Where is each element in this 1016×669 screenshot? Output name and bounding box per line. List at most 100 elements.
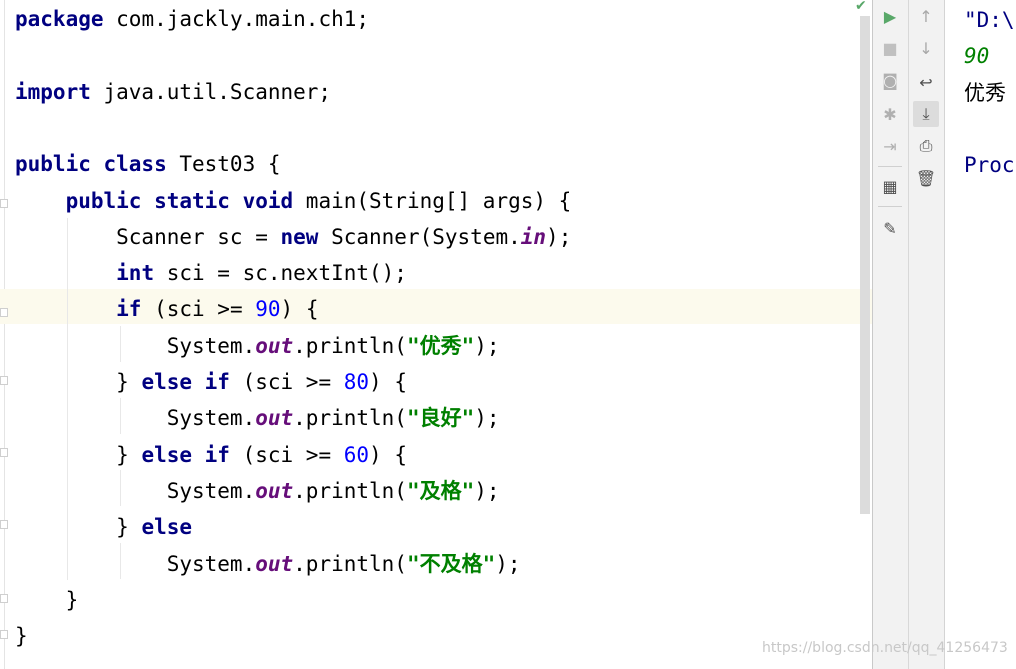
code-token: out [255, 478, 294, 503]
code-token: public class [15, 152, 167, 177]
scroll-to-end-icon[interactable]: ⤓ [913, 101, 939, 127]
fold-marker[interactable] [0, 448, 8, 457]
editor-scrollbar[interactable] [860, 16, 870, 514]
code-token: .println( [293, 406, 407, 431]
code-token: Scanner sc = [15, 224, 281, 249]
code-line[interactable]: System.out.println("及格"); [15, 474, 500, 508]
camera-icon[interactable]: ◙ [877, 67, 903, 93]
code-token: out [255, 406, 294, 431]
toolbar-divider [878, 206, 902, 207]
code-line[interactable]: System.out.println("不及格"); [15, 547, 521, 581]
console-line: Proc [964, 153, 1015, 178]
check-icon: ✔ [855, 0, 867, 14]
code-token: ) { [369, 442, 407, 467]
code-token: } [15, 624, 28, 649]
code-line[interactable]: } else if (sci >= 60) { [15, 438, 407, 472]
code-token: ); [474, 333, 500, 358]
fold-marker[interactable] [0, 520, 8, 529]
toolbar-separator [908, 0, 909, 669]
code-token: ); [495, 551, 521, 576]
code-token: else if [141, 442, 230, 467]
console-output[interactable]: "D:\ 90 优秀 Proc [946, 0, 1016, 669]
arrow-up-icon[interactable]: ↑ [913, 3, 939, 29]
bug-icon[interactable]: ✱ [877, 101, 903, 127]
code-token: ) { [369, 370, 407, 394]
console-line: "D:\ [964, 8, 1015, 32]
code-token: "优秀" [406, 333, 475, 358]
fold-marker[interactable] [0, 199, 8, 208]
code-token: sci = sc.nextInt(); [154, 261, 407, 286]
code-line[interactable]: if (sci >= 90) { [15, 292, 318, 326]
exit-icon[interactable]: ⇥ [877, 133, 903, 159]
code-line[interactable]: public static void main(String[] args) { [15, 184, 572, 218]
code-token: in [520, 224, 547, 249]
code-token: System. [15, 551, 256, 576]
code-token: .println( [293, 478, 407, 503]
fold-marker[interactable] [0, 594, 8, 603]
code-line[interactable]: System.out.println("良好"); [15, 401, 500, 435]
code-line[interactable]: } [15, 583, 79, 617]
code-editor[interactable]: package com.jackly.main.ch1; import java.… [0, 0, 872, 669]
code-token: else [141, 515, 193, 540]
code-token: ); [474, 406, 500, 431]
print-icon[interactable]: ⎙ [913, 133, 939, 159]
code-token: else if [141, 370, 230, 394]
code-token: ); [474, 478, 500, 503]
trash-icon[interactable]: 🗑 [913, 165, 939, 191]
code-token: (sci >= [229, 370, 344, 394]
code-token: } [15, 515, 142, 540]
stop-icon[interactable]: ■ [877, 35, 903, 61]
code-token: Scanner(System. [318, 224, 521, 249]
code-token: } [15, 370, 142, 394]
fold-marker[interactable] [0, 376, 8, 385]
code-token: } [15, 587, 79, 612]
code-line[interactable]: } [15, 619, 28, 653]
pin-icon[interactable]: ✎ [877, 215, 903, 241]
code-token: import [15, 79, 91, 104]
fold-marker[interactable] [0, 308, 8, 317]
code-token: } [15, 442, 142, 467]
code-token: 80 [343, 370, 370, 394]
code-token: Test03 { [166, 152, 281, 177]
watermark: https://blog.csdn.net/qq_41256473 [762, 640, 1008, 656]
layout-icon[interactable]: ▦ [877, 173, 903, 199]
code-token: java.util.Scanner; [90, 79, 332, 104]
code-token: "及格" [406, 478, 475, 503]
arrow-down-icon[interactable]: ↓ [913, 35, 939, 61]
run-toolbar: ▶ ■ ◙ ✱ ⇥ ▦ ✎ ↑ ↓ ↩ ⤓ ⎙ 🗑 [873, 0, 945, 669]
code-token: ) { [280, 297, 319, 322]
code-line[interactable]: } else if (sci >= 80) { [15, 365, 407, 399]
code-line[interactable]: import java.util.Scanner; [15, 75, 331, 109]
code-line[interactable]: Scanner sc = new Scanner(System.in); [15, 220, 571, 254]
code-line[interactable]: public class Test03 { [15, 147, 281, 181]
code-token: out [255, 551, 294, 576]
console-line: 90 [964, 44, 990, 69]
code-token: System. [15, 333, 256, 358]
code-line[interactable]: package com.jackly.main.ch1; [15, 2, 369, 36]
soft-wrap-icon[interactable]: ↩ [913, 69, 939, 95]
code-token: System. [15, 406, 256, 431]
code-token: package [15, 7, 104, 31]
code-token: int [116, 261, 155, 286]
code-line[interactable]: System.out.println("优秀"); [15, 329, 500, 363]
code-token: out [255, 333, 294, 358]
code-token: (sci >= [229, 442, 344, 467]
code-token: (sci >= [141, 297, 256, 322]
code-token: new [280, 224, 319, 249]
fold-marker[interactable] [0, 630, 8, 639]
code-token: "良好" [406, 406, 475, 431]
code-line[interactable]: } else [15, 510, 192, 544]
code-token: if [116, 297, 142, 322]
code-token: 90 [255, 297, 281, 322]
code-line[interactable]: int sci = sc.nextInt(); [15, 256, 407, 290]
code-token: "不及格" [406, 551, 496, 576]
code-token: .println( [293, 551, 407, 576]
toolbar-divider [878, 166, 902, 167]
code-token: public static void [65, 188, 294, 213]
code-token: 60 [343, 442, 370, 467]
run-icon[interactable]: ▶ [877, 3, 903, 29]
code-token: ); [546, 224, 572, 249]
